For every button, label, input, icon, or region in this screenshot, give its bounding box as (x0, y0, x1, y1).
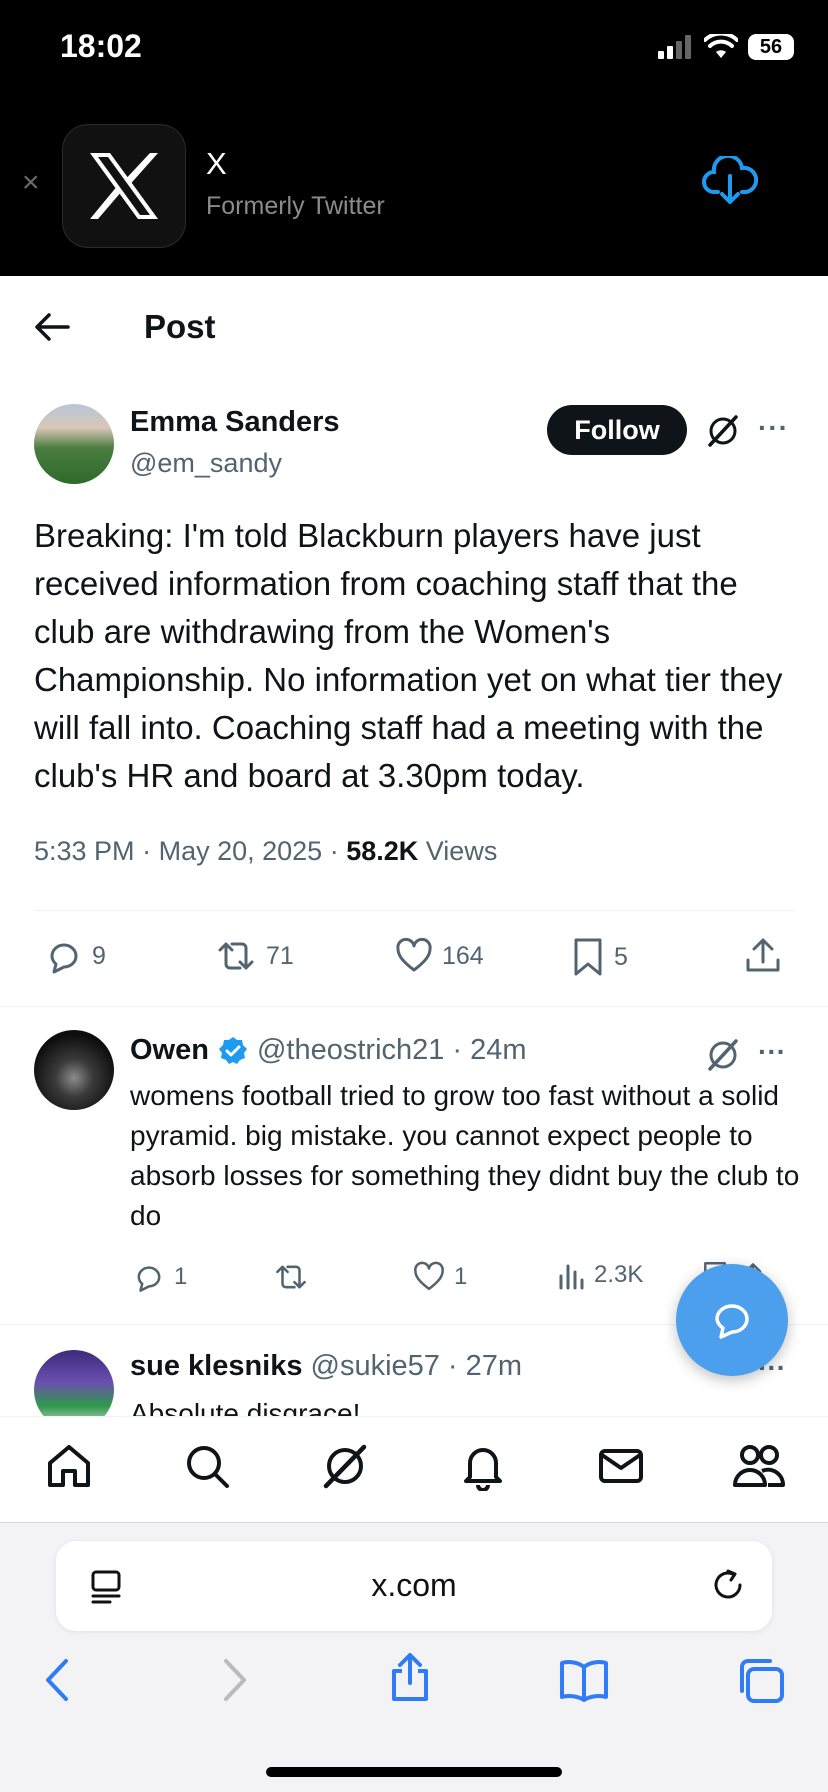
tabs-overview-icon[interactable] (736, 1657, 786, 1705)
notifications-bell-icon[interactable] (458, 1441, 508, 1491)
x-logo-icon (90, 153, 158, 219)
reply-time: · 24m (452, 1034, 527, 1066)
repost-icon (218, 942, 254, 970)
app-install-banner: × X Formerly Twitter (0, 100, 828, 276)
reply-icon (50, 943, 78, 974)
reply-author-name[interactable]: Owen (130, 1034, 209, 1067)
browser-forward-icon[interactable] (220, 1657, 250, 1703)
home-icon[interactable] (44, 1441, 94, 1491)
banner-subtitle: Formerly Twitter (206, 192, 385, 220)
heart-icon (414, 1261, 444, 1291)
follow-button[interactable]: Follow (547, 405, 687, 455)
battery-indicator: 56 (748, 34, 794, 60)
views-count: 58.2K (346, 836, 419, 866)
banner-close-button[interactable]: × (22, 166, 40, 200)
bookmark-button[interactable]: 5 (570, 936, 628, 978)
share-icon (746, 938, 780, 972)
bookmarks-book-icon[interactable] (558, 1657, 610, 1703)
banner-app-name: X (206, 146, 227, 181)
tweet-date[interactable]: May 20, 2025 (159, 836, 323, 866)
like-count: 164 (442, 941, 484, 970)
url-text[interactable]: x.com (56, 1567, 772, 1604)
bookmark-icon (574, 938, 602, 976)
reply-repost-button[interactable] (272, 1260, 318, 1294)
reply-like-button[interactable]: 1 (412, 1260, 467, 1294)
divider (34, 910, 794, 911)
home-indicator (266, 1767, 562, 1777)
messages-mail-icon[interactable] (596, 1441, 646, 1491)
reply-count: 9 (92, 941, 106, 970)
repost-icon (276, 1265, 306, 1289)
views-label: Views (425, 836, 498, 866)
reply-more-options-icon[interactable]: ··· (758, 1036, 786, 1068)
reply-views-button[interactable]: 2.3K (556, 1260, 643, 1290)
page-title: Post (144, 308, 216, 345)
signal-icon (658, 35, 691, 59)
tweet-text: Breaking: I'm told Blackburn players hav… (34, 517, 783, 794)
bottom-tab-bar (0, 1416, 828, 1522)
meta-separator: · (142, 836, 159, 866)
reply-text: Absolute disgrace! (130, 1398, 361, 1416)
reply-author-handle[interactable]: @theostrich21 (257, 1034, 444, 1067)
verified-badge-icon (218, 1036, 247, 1064)
repost-count: 71 (266, 941, 294, 970)
grok-icon[interactable] (706, 414, 740, 448)
reply-header: sue klesniks @sukie57 · 27m (130, 1350, 522, 1383)
search-icon[interactable] (182, 1441, 232, 1491)
author-avatar[interactable] (34, 404, 114, 484)
cloud-download-icon[interactable] (702, 156, 758, 208)
compose-button[interactable] (676, 1264, 788, 1376)
bookmark-count: 5 (614, 942, 628, 971)
reload-icon[interactable] (710, 1567, 746, 1603)
author-handle[interactable]: @em_sandy (130, 448, 282, 479)
communities-icon[interactable] (732, 1441, 786, 1491)
tweet-time[interactable]: 5:33 PM (34, 836, 135, 866)
reply-text: womens football tried to grow too fast w… (130, 1080, 800, 1231)
browser-toolbar: x.com (0, 1522, 828, 1792)
reply-reply-count: 1 (174, 1263, 188, 1290)
reply-like-count: 1 (454, 1263, 468, 1290)
analytics-icon (559, 1264, 584, 1290)
heart-icon (396, 937, 432, 972)
tweet-actions: 9 71 164 5 (0, 930, 828, 988)
reply-icon (137, 1266, 161, 1292)
reply-author-name[interactable]: sue klesniks (130, 1350, 303, 1383)
browser-back-icon[interactable] (42, 1657, 72, 1703)
address-bar[interactable]: x.com (56, 1541, 772, 1631)
grok-tab-icon[interactable] (320, 1441, 370, 1491)
reply-button[interactable]: 9 (44, 936, 106, 976)
reply-time: · 27m (447, 1350, 523, 1382)
reply-author-handle[interactable]: @sukie57 (311, 1350, 440, 1383)
author-name[interactable]: Emma Sanders (130, 406, 340, 439)
x-app-logo[interactable] (62, 124, 186, 248)
browser-share-icon[interactable] (388, 1651, 432, 1703)
reply-reply-button[interactable]: 1 (132, 1260, 187, 1294)
reply-avatar[interactable] (34, 1350, 114, 1416)
like-button[interactable]: 164 (394, 936, 484, 976)
back-arrow-icon[interactable] (34, 312, 70, 342)
chat-bubble-icon (715, 1304, 749, 1339)
status-bar: 18:02 56 (0, 0, 828, 100)
more-options-icon[interactable]: ··· (758, 412, 789, 444)
reply-views-count: 2.3K (594, 1261, 644, 1288)
reply-avatar[interactable] (34, 1030, 114, 1110)
grok-icon[interactable] (706, 1038, 740, 1072)
repost-button[interactable]: 71 (214, 936, 294, 976)
status-time: 18:02 (60, 28, 142, 64)
wifi-icon (704, 34, 738, 58)
share-button[interactable] (744, 936, 782, 976)
post-header: Post (0, 276, 828, 376)
status-icons: 56 (658, 34, 794, 60)
reply-header: Owen @theostrich21 · 24m (130, 1034, 527, 1067)
tweet-meta: 5:33 PM · May 20, 2025 · 58.2K Views (34, 836, 497, 867)
meta-separator: · (329, 836, 347, 866)
